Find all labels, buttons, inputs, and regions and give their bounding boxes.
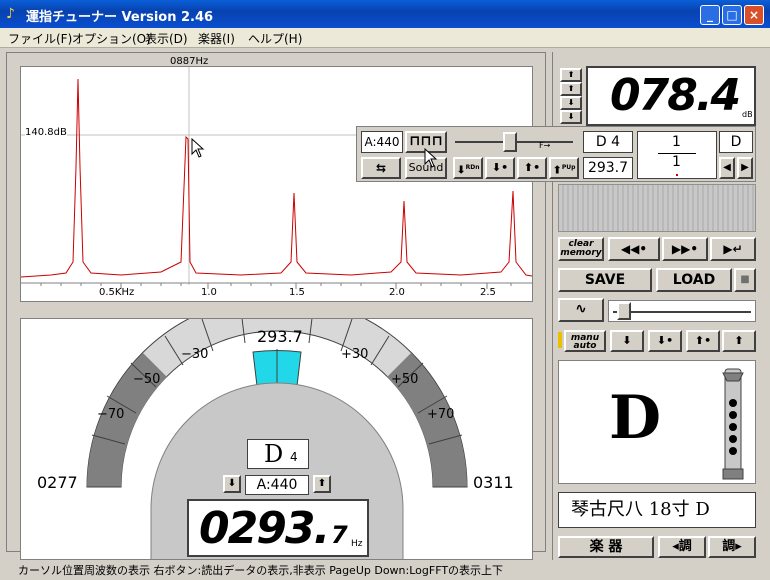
cents-label: +30 bbox=[341, 347, 369, 362]
swap-button[interactable]: ⇆ bbox=[361, 157, 401, 179]
tune-down-button[interactable]: ◂調 bbox=[658, 536, 706, 558]
step-down-button[interactable]: ⬇• bbox=[485, 157, 515, 179]
menu-options[interactable]: オプション(O) bbox=[72, 30, 151, 47]
db-up-button[interactable]: ⬆ bbox=[560, 82, 582, 96]
pup-button[interactable]: ⬆PUp bbox=[549, 157, 579, 179]
spectrum-graph[interactable]: 140.8dB 0.5KHz 1.0 1.5 2.0 2.5 bbox=[20, 66, 533, 302]
tick-label: 2.5 bbox=[480, 287, 496, 298]
rdn-label: RDn bbox=[465, 164, 480, 171]
instrument-label: 琴古尺八 18寸 D bbox=[558, 492, 756, 528]
note-octave: 4 bbox=[290, 450, 298, 464]
note-name: D bbox=[264, 440, 284, 468]
fraction-bottom: 1 bbox=[672, 154, 681, 170]
cents-label: +50 bbox=[391, 372, 419, 387]
status-bar: カーソル位置周波数の表示 右ボタン:読出データの表示,非表示 PageUp Do… bbox=[0, 560, 770, 580]
cursor-level: 140.8dB bbox=[25, 127, 67, 138]
toolbar-frequency: 293.7 bbox=[583, 157, 633, 179]
fingering-note: D bbox=[609, 383, 662, 453]
frequency-unit: Hz bbox=[351, 539, 363, 549]
fraction-display: 1 1 bbox=[637, 131, 717, 179]
stop-button[interactable]: ■ bbox=[734, 268, 756, 292]
low-frequency: 0277 bbox=[37, 473, 78, 492]
cents-label: −30 bbox=[181, 347, 209, 362]
waveform-icon[interactable]: ∿ bbox=[558, 298, 604, 322]
minimize-button[interactable]: _ bbox=[700, 5, 720, 25]
frequency-fraction: 7 bbox=[331, 521, 348, 549]
manu-auto-button[interactable]: manu auto bbox=[564, 330, 606, 352]
note-up-fine-button[interactable]: ⬆• bbox=[686, 330, 720, 352]
menu-instrument[interactable]: 楽器(I) bbox=[198, 30, 235, 47]
level-history bbox=[558, 184, 756, 232]
toolbar-right-button[interactable]: ▶ bbox=[737, 157, 753, 179]
volume-slider[interactable] bbox=[608, 300, 756, 322]
frequency-slider-thumb[interactable] bbox=[503, 132, 517, 152]
rewind-button[interactable]: ◀◀• bbox=[608, 237, 660, 261]
pup-label: PUp bbox=[561, 164, 576, 171]
high-frequency: 0311 bbox=[473, 473, 514, 492]
db-down-fast-button[interactable]: ⬇ bbox=[560, 110, 582, 124]
save-button[interactable]: SAVE bbox=[558, 268, 652, 292]
tick-label: 0.5KHz bbox=[99, 287, 135, 298]
fraction-top: 1 bbox=[672, 134, 681, 150]
frequency-slider[interactable]: F→ bbox=[451, 131, 579, 153]
target-frequency: 293.7 bbox=[257, 327, 303, 346]
cents-label: −50 bbox=[133, 372, 161, 387]
tuner-meter: 293.7 −30 −50 −70 +30 +50 +70 0277 0311 … bbox=[20, 318, 533, 560]
tick-label: 1.5 bbox=[289, 287, 305, 298]
cents-label: −70 bbox=[97, 407, 125, 422]
floating-toolbar: A:440 ⊓⊓⊓ ⇆ Sound F→ ⬇RDn ⬇• ⬆• ⬆PUp D 4… bbox=[356, 126, 756, 182]
note-down-button[interactable]: ⬇ bbox=[610, 330, 644, 352]
menu-view[interactable]: 表示(D) bbox=[145, 30, 188, 47]
title-bar: ♪ 運指チューナー Version 2.46 _ □ × bbox=[0, 0, 770, 28]
pitch-up-button[interactable]: ⬆ bbox=[313, 475, 331, 493]
load-button[interactable]: LOAD bbox=[656, 268, 732, 292]
note-display: D 4 bbox=[247, 439, 309, 469]
tuning-fork-icon: ♪ bbox=[6, 6, 15, 22]
window-title: 運指チューナー Version 2.46 bbox=[26, 10, 214, 25]
instrument-button[interactable]: 楽 器 bbox=[558, 536, 654, 558]
frequency-main: 0293. bbox=[199, 503, 330, 554]
mode-indicator bbox=[558, 332, 562, 348]
note-down-fine-button[interactable]: ⬇• bbox=[648, 330, 682, 352]
pitch-down-button[interactable]: ⬇ bbox=[223, 475, 241, 493]
menu-file[interactable]: ファイル(F) bbox=[8, 30, 72, 47]
tune-up-button[interactable]: 調▸ bbox=[708, 536, 756, 558]
db-up-fast-button[interactable]: ⬆ bbox=[560, 68, 582, 82]
pitch-reference: A:440 bbox=[245, 475, 309, 495]
db-down-button[interactable]: ⬇ bbox=[560, 96, 582, 110]
shakuhachi-icon bbox=[722, 368, 744, 480]
tick-label: 1.0 bbox=[201, 287, 217, 298]
forward-button[interactable]: ▶▶• bbox=[662, 237, 708, 261]
maximize-button[interactable]: □ bbox=[722, 5, 742, 25]
db-unit: dB bbox=[742, 110, 753, 119]
toolbar-left-button[interactable]: ◀ bbox=[719, 157, 735, 179]
rdn-button[interactable]: ⬇RDn bbox=[453, 157, 483, 179]
fingering-chart: D bbox=[558, 360, 756, 484]
slider-label: F→ bbox=[539, 141, 551, 150]
step-up-button[interactable]: ⬆• bbox=[517, 157, 547, 179]
note-up-button[interactable]: ⬆ bbox=[722, 330, 756, 352]
db-value: 078.4 bbox=[610, 70, 741, 121]
toolbar-pitch: A:440 bbox=[361, 131, 403, 153]
play-return-button[interactable]: ▶↵ bbox=[710, 237, 756, 261]
volume-slider-thumb[interactable] bbox=[617, 302, 631, 320]
toolbar-note-small: D bbox=[719, 131, 753, 153]
clear-memory-button[interactable]: clear memory bbox=[558, 237, 604, 261]
frequency-display: 0293. 7 Hz bbox=[187, 499, 369, 557]
tick-label: 2.0 bbox=[389, 287, 405, 298]
mouse-cursor-icon bbox=[191, 138, 205, 158]
cents-label: +70 bbox=[427, 407, 455, 422]
menu-bar: ファイル(F) オプション(O) 表示(D) 楽器(I) ヘルプ(H) bbox=[0, 28, 770, 48]
menu-help[interactable]: ヘルプ(H) bbox=[248, 30, 302, 47]
db-display: 078.4 dB bbox=[586, 66, 756, 126]
toolbar-note: D 4 bbox=[583, 131, 633, 153]
mouse-cursor-icon bbox=[424, 148, 438, 168]
close-button[interactable]: × bbox=[744, 5, 764, 25]
